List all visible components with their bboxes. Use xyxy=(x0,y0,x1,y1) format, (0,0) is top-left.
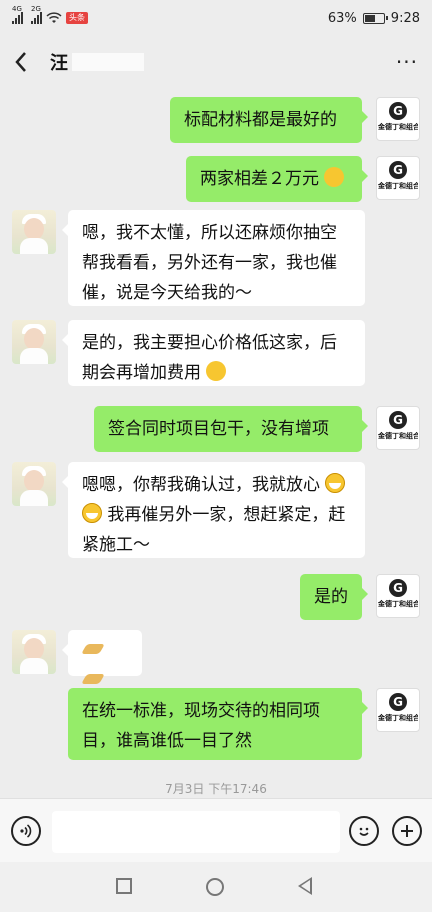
contact-avatar[interactable] xyxy=(12,630,56,674)
contact-avatar[interactable] xyxy=(12,320,56,364)
message-text-part-1: 嗯嗯，你帮我确认过，我就放心 xyxy=(82,475,320,495)
message-bubble-incoming[interactable] xyxy=(62,630,142,676)
system-nav-bar xyxy=(0,862,432,912)
company-avatar[interactable]: G 金德丁和组合 xyxy=(376,97,420,141)
voice-icon[interactable] xyxy=(11,816,41,846)
contact-avatar[interactable] xyxy=(12,462,56,506)
thinking-face-icon xyxy=(324,167,345,187)
message-bubble-outgoing[interactable]: 签合同时项目包干，没有增项 xyxy=(94,406,368,452)
folded-hands-icon xyxy=(82,640,104,658)
company-logo-text: 金德丁和组合 xyxy=(378,123,418,131)
company-avatar[interactable]: G 金德丁和组合 xyxy=(376,574,420,618)
plus-icon[interactable] xyxy=(392,816,422,846)
message-text: 在统一标准，现场交待的相同项目，谁高谁低一目了然 xyxy=(82,701,320,751)
company-logo-icon: G xyxy=(389,102,407,120)
circle-icon[interactable] xyxy=(206,878,224,896)
message-bubble-incoming[interactable]: 嗯嗯，你帮我确认过，我就放心 我再催另外一家，想赶紧定，赶紧施工～ xyxy=(62,462,365,558)
square-icon[interactable] xyxy=(116,878,132,894)
contact-avatar[interactable] xyxy=(12,210,56,254)
company-logo-text: 金德丁和组合 xyxy=(378,182,418,190)
triangle-back-icon[interactable] xyxy=(298,877,312,895)
input-bar xyxy=(0,798,432,862)
message-list: 标配材料都是最好的 G 金德丁和组合 两家相差２万元 G 金德丁和组合 嗯，我不… xyxy=(0,0,432,912)
company-logo-icon: G xyxy=(389,411,407,429)
message-input[interactable] xyxy=(52,811,340,853)
message-text-part-2: 我再催另外一家，想赶紧定，赶紧施工～ xyxy=(82,505,346,555)
message-text: 两家相差２万元 xyxy=(200,169,319,189)
company-logo-text: 金德丁和组合 xyxy=(378,600,418,608)
company-logo-text: 金德丁和组合 xyxy=(378,714,418,722)
grinning-face-icon xyxy=(325,473,346,493)
company-avatar[interactable]: G 金德丁和组合 xyxy=(376,688,420,732)
company-logo-icon: G xyxy=(389,579,407,597)
company-avatar[interactable]: G 金德丁和组合 xyxy=(376,406,420,450)
grinning-face-icon xyxy=(82,503,102,523)
message-timestamp: 7月3日 下午17:46 xyxy=(165,782,267,796)
message-text: 是的 xyxy=(314,587,348,607)
message-bubble-outgoing[interactable]: 两家相差２万元 xyxy=(186,156,368,202)
emoji-icon[interactable] xyxy=(349,816,379,846)
company-logo-icon: G xyxy=(389,693,407,711)
message-bubble-incoming[interactable]: 嗯，我不太懂，所以还麻烦你抽空帮我看看，另外还有一家，我也催催，说是今天给我的～ xyxy=(62,210,365,306)
message-bubble-outgoing[interactable]: 在统一标准，现场交待的相同项目，谁高谁低一目了然 xyxy=(68,688,368,760)
message-text: 嗯，我不太懂，所以还麻烦你抽空帮我看看，另外还有一家，我也催催，说是今天给我的～ xyxy=(82,223,337,303)
message-bubble-outgoing[interactable]: 标配材料都是最好的 xyxy=(170,97,368,143)
message-bubble-outgoing[interactable]: 是的 xyxy=(300,574,368,620)
message-text: 签合同时项目包干，没有增项 xyxy=(108,419,329,439)
message-text: 标配材料都是最好的 xyxy=(184,110,337,130)
message-bubble-incoming[interactable]: 是的，我主要担心价格低这家，后期会再增加费用 xyxy=(62,320,365,386)
thinking-face-icon xyxy=(206,361,227,381)
folded-hands-icon xyxy=(82,670,104,688)
company-logo-text: 金德丁和组合 xyxy=(378,432,418,440)
company-avatar[interactable]: G 金德丁和组合 xyxy=(376,156,420,200)
company-logo-icon: G xyxy=(389,161,407,179)
